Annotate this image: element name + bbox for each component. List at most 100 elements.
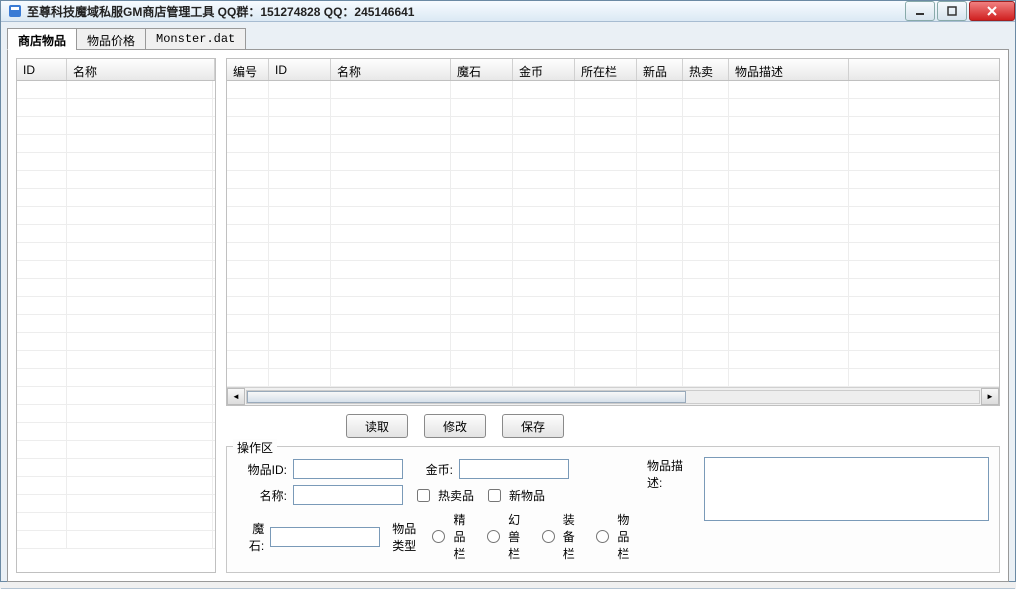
table-row[interactable] <box>17 459 215 477</box>
table-row[interactable] <box>17 351 215 369</box>
window-buttons <box>903 1 1015 21</box>
table-row[interactable] <box>17 369 215 387</box>
main-col-7[interactable]: 热卖 <box>683 59 729 80</box>
table-row[interactable] <box>227 315 999 333</box>
minimize-button[interactable] <box>905 1 935 21</box>
app-window: 至尊科技魔域私服GM商店管理工具 QQ群：151274828 QQ：245146… <box>0 0 1016 582</box>
table-row[interactable] <box>17 513 215 531</box>
table-row[interactable] <box>227 153 999 171</box>
read-button[interactable]: 读取 <box>346 414 408 438</box>
item-id-input[interactable] <box>293 459 403 479</box>
table-row[interactable] <box>17 387 215 405</box>
radio-premium[interactable] <box>432 530 445 543</box>
table-row[interactable] <box>17 495 215 513</box>
gold-input[interactable] <box>459 459 569 479</box>
table-row[interactable] <box>17 207 215 225</box>
radio-beast-label: 幻兽栏 <box>508 511 528 562</box>
tab-panel: ID 名称 编号ID名称魔石金币所在栏新品热卖物品描述 ◄ ► <box>7 49 1009 582</box>
scroll-left-button[interactable]: ◄ <box>227 388 245 405</box>
stone-input[interactable] <box>270 527 380 547</box>
table-row[interactable] <box>17 81 215 99</box>
radio-equip-label: 装备栏 <box>563 511 583 562</box>
table-row[interactable] <box>227 117 999 135</box>
table-row[interactable] <box>227 99 999 117</box>
main-col-4[interactable]: 金币 <box>513 59 575 80</box>
table-row[interactable] <box>17 243 215 261</box>
scroll-right-button[interactable]: ► <box>981 388 999 405</box>
main-col-5[interactable]: 所在栏 <box>575 59 637 80</box>
operation-legend: 操作区 <box>233 439 277 456</box>
table-row[interactable] <box>17 531 215 549</box>
table-row[interactable] <box>17 279 215 297</box>
left-grid-body[interactable] <box>17 81 215 572</box>
table-row[interactable] <box>227 171 999 189</box>
table-row[interactable] <box>17 315 215 333</box>
table-row[interactable] <box>227 189 999 207</box>
table-row[interactable] <box>17 153 215 171</box>
main-grid-header: 编号ID名称魔石金币所在栏新品热卖物品描述 <box>227 59 999 81</box>
table-row[interactable] <box>17 405 215 423</box>
table-row[interactable] <box>227 135 999 153</box>
radio-premium-label: 精品栏 <box>453 511 473 562</box>
table-row[interactable] <box>227 351 999 369</box>
main-grid-body[interactable] <box>227 81 999 387</box>
table-row[interactable] <box>227 243 999 261</box>
table-row[interactable] <box>17 99 215 117</box>
close-button[interactable] <box>969 1 1015 21</box>
tab-item-price[interactable]: 物品价格 <box>76 28 146 50</box>
table-row[interactable] <box>17 477 215 495</box>
modify-button[interactable]: 修改 <box>424 414 486 438</box>
type-label: 物品类型 <box>392 520 418 554</box>
table-row[interactable] <box>227 279 999 297</box>
table-row[interactable] <box>17 261 215 279</box>
hot-checkbox[interactable] <box>417 489 430 502</box>
tab-monster-dat[interactable]: Monster.dat <box>145 28 246 50</box>
item-id-label: 物品ID: <box>237 461 287 478</box>
table-row[interactable] <box>17 117 215 135</box>
title-bar: 至尊科技魔域私服GM商店管理工具 QQ群：151274828 QQ：245146… <box>1 1 1015 22</box>
table-row[interactable] <box>227 261 999 279</box>
left-col-name[interactable]: 名称 <box>67 59 215 80</box>
radio-equip[interactable] <box>542 530 555 543</box>
name-label: 名称: <box>237 487 287 504</box>
table-row[interactable] <box>227 207 999 225</box>
radio-item[interactable] <box>596 530 609 543</box>
table-row[interactable] <box>227 369 999 387</box>
table-row[interactable] <box>17 423 215 441</box>
left-col-id[interactable]: ID <box>17 59 67 80</box>
new-checkbox[interactable] <box>488 489 501 502</box>
app-icon <box>7 3 23 19</box>
table-row[interactable] <box>17 171 215 189</box>
table-row[interactable] <box>227 225 999 243</box>
desc-textarea[interactable] <box>704 457 989 521</box>
table-row[interactable] <box>17 135 215 153</box>
tab-shop-items[interactable]: 商店物品 <box>7 28 77 50</box>
scroll-track[interactable] <box>246 390 980 404</box>
table-row[interactable] <box>227 333 999 351</box>
horizontal-scrollbar[interactable]: ◄ ► <box>227 387 999 405</box>
name-input[interactable] <box>293 485 403 505</box>
table-row[interactable] <box>227 297 999 315</box>
main-col-1[interactable]: ID <box>269 59 331 80</box>
stone-label: 魔石: <box>237 520 264 554</box>
table-row[interactable] <box>17 189 215 207</box>
radio-beast[interactable] <box>487 530 500 543</box>
main-col-2[interactable]: 名称 <box>331 59 451 80</box>
main-col-8[interactable]: 物品描述 <box>729 59 849 80</box>
table-row[interactable] <box>17 441 215 459</box>
main-col-6[interactable]: 新品 <box>637 59 683 80</box>
main-col-3[interactable]: 魔石 <box>451 59 513 80</box>
table-row[interactable] <box>227 81 999 99</box>
table-row[interactable] <box>17 333 215 351</box>
save-button[interactable]: 保存 <box>502 414 564 438</box>
main-col-0[interactable]: 编号 <box>227 59 269 80</box>
maximize-button[interactable] <box>937 1 967 21</box>
gold-label: 金币: <box>415 461 453 478</box>
table-row[interactable] <box>17 225 215 243</box>
scroll-thumb[interactable] <box>247 391 686 403</box>
desc-label: 物品描述: <box>647 457 698 491</box>
table-row[interactable] <box>17 297 215 315</box>
main-grid[interactable]: 编号ID名称魔石金币所在栏新品热卖物品描述 ◄ ► <box>226 58 1000 406</box>
new-label: 新物品 <box>509 487 545 504</box>
left-grid[interactable]: ID 名称 <box>16 58 216 573</box>
